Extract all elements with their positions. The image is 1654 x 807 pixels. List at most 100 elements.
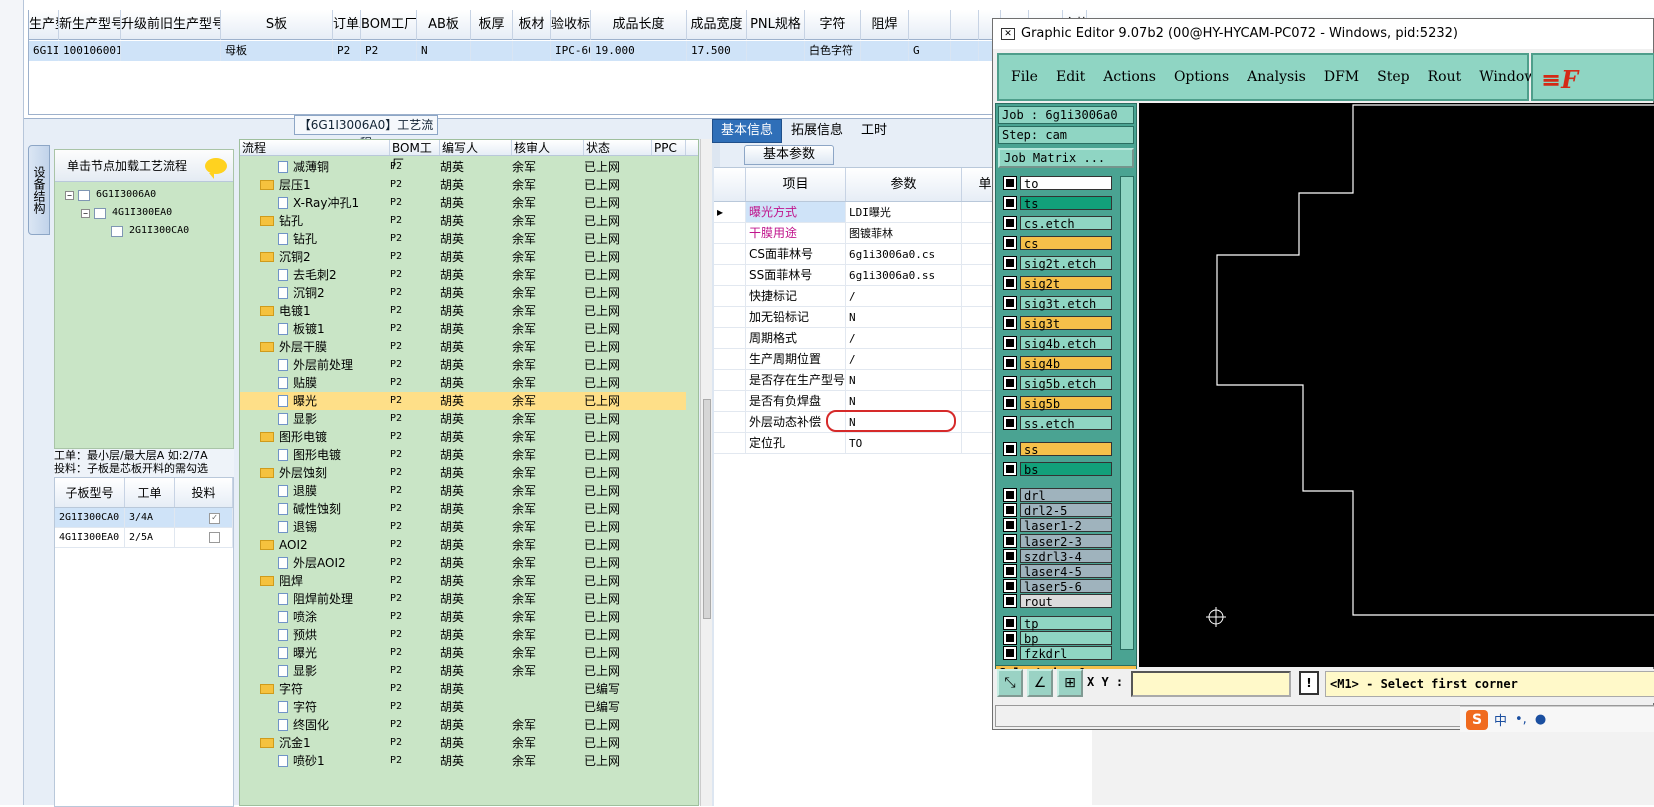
layer-checkbox[interactable] [1003, 316, 1017, 330]
xy-input[interactable] [1131, 671, 1291, 697]
layer-checkbox[interactable] [1003, 256, 1017, 270]
col-subboard[interactable]: 子板型号 [55, 478, 125, 507]
flow-row[interactable]: 外层前处理 P2 胡英 余军 已上网 [240, 356, 686, 374]
layer-checkbox[interactable] [1003, 176, 1017, 190]
layer-item[interactable]: cs [1000, 236, 1112, 251]
flow-row[interactable]: X-Ray冲孔1 P2 胡英 余军 已上网 [240, 194, 686, 212]
layer-checkbox[interactable] [1003, 376, 1017, 390]
layer-checkbox[interactable] [1003, 396, 1017, 410]
menu-file[interactable]: File [1011, 69, 1038, 85]
col-header[interactable]: 成品长度 [591, 10, 687, 40]
col-header[interactable]: 板厚 [471, 10, 513, 40]
measure-tool-icon[interactable]: ∠ [1027, 669, 1053, 697]
layer-item[interactable]: drl [1000, 488, 1112, 503]
flow-row[interactable]: 钻孔 P2 胡英 余军 已上网 [240, 212, 686, 230]
layer-checkbox[interactable] [1003, 356, 1017, 370]
layer-checkbox[interactable] [1003, 336, 1017, 350]
layer-item[interactable]: fzkdrl [1000, 646, 1112, 661]
layer-item[interactable]: sig2t.etch [1000, 256, 1112, 271]
col-bom[interactable]: BOM工厂 [390, 140, 440, 171]
flow-row[interactable]: 电镀1 P2 胡英 余军 已上网 [240, 302, 686, 320]
process-flow-grid[interactable]: 流程 BOM工厂 编写人 核审人 状态 PPC 减薄铜 P2 胡英 余军 已上网 层压1 P… [239, 139, 699, 806]
layer-item[interactable]: sig2t [1000, 276, 1112, 291]
param-value[interactable]: N [846, 391, 962, 411]
flow-row[interactable]: 终固化 P2 胡英 余军 已上网 [240, 716, 686, 734]
ime-language[interactable]: 中 [1494, 710, 1507, 729]
col-header[interactable]: 字符 [805, 10, 861, 40]
col-header[interactable]: 板材 [513, 10, 551, 40]
menu-options[interactable]: Options [1174, 69, 1229, 85]
col-header[interactable]: 阻焊 [861, 10, 909, 40]
flow-row[interactable]: 图形电镀 P2 胡英 余军 已上网 [240, 428, 686, 446]
layer-item[interactable]: sig3t.etch [1000, 296, 1112, 311]
feed-checkbox[interactable] [209, 532, 220, 543]
layer-item[interactable]: bp [1000, 630, 1112, 646]
tree-node-child[interactable]: −4G1I300EA0 [81, 206, 172, 220]
layer-item[interactable]: to [1000, 176, 1112, 191]
flow-row[interactable]: 沉金1 P2 胡英 余军 已上网 [240, 734, 686, 752]
collapse-icon[interactable]: − [65, 190, 74, 200]
flow-row[interactable]: 板镀1 P2 胡英 余军 已上网 [240, 320, 686, 338]
col-header[interactable]: 验收标准 [551, 10, 591, 40]
flow-row[interactable]: 层压1 P2 胡英 余军 已上网 [240, 176, 686, 194]
punctuation-icon[interactable]: •, [1515, 712, 1527, 727]
col-header[interactable]: S板 [221, 10, 333, 40]
layer-item[interactable]: laser5-6 [1000, 579, 1112, 594]
layer-checkbox[interactable] [1003, 646, 1017, 660]
layer-item[interactable]: ss.etch [1000, 416, 1112, 431]
menu-dfm[interactable]: DFM [1324, 69, 1359, 85]
tab-basic-params[interactable]: 基本参数 [744, 145, 834, 165]
collapse-icon[interactable]: − [81, 208, 90, 218]
param-value[interactable]: N [846, 370, 962, 390]
flow-row[interactable]: 退膜 P2 胡英 余军 已上网 [240, 482, 686, 500]
param-value[interactable]: LDI曝光 [846, 202, 962, 222]
layer-item[interactable]: laser4-5 [1000, 564, 1112, 579]
layer-checkbox[interactable] [1003, 236, 1017, 250]
job-matrix-button[interactable]: Job Matrix ... [998, 148, 1134, 168]
layer-item[interactable]: ss [1000, 442, 1112, 457]
layer-checkbox[interactable] [1003, 442, 1017, 456]
flow-row[interactable]: 阻焊 P2 胡英 余军 已上网 [240, 572, 686, 590]
col-header[interactable]: 订单工厂 [333, 10, 361, 40]
col-item[interactable]: 项目 [746, 168, 846, 201]
layer-item[interactable]: ts [1000, 196, 1112, 211]
layer-item[interactable]: sig3t [1000, 316, 1112, 331]
col-feed[interactable]: 投料 [175, 478, 233, 507]
flow-row[interactable]: 沉铜2 P2 胡英 余军 已上网 [240, 284, 686, 302]
col-value[interactable]: 参数 [846, 168, 962, 201]
param-value[interactable]: / [846, 349, 962, 369]
layer-item[interactable]: drl2-5 [1000, 503, 1112, 518]
param-value[interactable]: / [846, 328, 962, 348]
flow-row[interactable]: 图形电镀 P2 胡英 余军 已上网 [240, 446, 686, 464]
layer-item[interactable]: sig5b [1000, 396, 1112, 411]
layer-item[interactable]: laser2-3 [1000, 533, 1112, 549]
tab-basic-info[interactable]: 基本信息 [712, 119, 783, 143]
col-author[interactable]: 编写人 [440, 140, 512, 155]
col-header[interactable]: AB板 [417, 10, 471, 40]
table-row[interactable]: 4G1I300EA0 2/5A [55, 528, 233, 548]
flow-row[interactable]: 外层干膜 P2 胡英 余军 已上网 [240, 338, 686, 356]
layer-checkbox[interactable] [1003, 615, 1017, 630]
layer-item[interactable]: tp [1000, 615, 1112, 631]
param-value[interactable]: / [846, 286, 962, 306]
param-value[interactable]: 6g1i3006a0.cs [846, 244, 962, 264]
col-header[interactable] [909, 10, 951, 40]
microphone-icon[interactable]: ● [1535, 712, 1546, 727]
layer-item[interactable]: szdrl3-4 [1000, 548, 1112, 564]
tree-node-leaf[interactable]: 2G1I300CA0 [111, 224, 189, 238]
menu-analysis[interactable]: Analysis [1247, 69, 1306, 85]
layer-checkbox[interactable] [1003, 548, 1017, 563]
sogou-logo-icon[interactable]: S [1466, 709, 1488, 730]
col-workorder[interactable]: 工单 [125, 478, 175, 507]
flow-row[interactable]: 字符 P2 胡英 已编写 [240, 698, 686, 716]
tab-extended-info[interactable]: 拓展信息 [782, 119, 852, 143]
col-ppc[interactable]: PPC [652, 140, 686, 155]
layer-checkbox[interactable] [1003, 276, 1017, 290]
menu-step[interactable]: Step [1377, 69, 1409, 85]
layer-checkbox[interactable] [1003, 416, 1017, 430]
layer-item[interactable]: sig4b.etch [1000, 336, 1112, 351]
flow-row[interactable]: 减薄铜 P2 胡英 余军 已上网 [240, 158, 686, 176]
flow-row[interactable]: 退锡 P2 胡英 余军 已上网 [240, 518, 686, 536]
flow-row[interactable]: 喷砂1 P2 胡英 余军 已上网 [240, 752, 686, 770]
tree-node-root[interactable]: −6G1I3006A0 [65, 188, 156, 202]
